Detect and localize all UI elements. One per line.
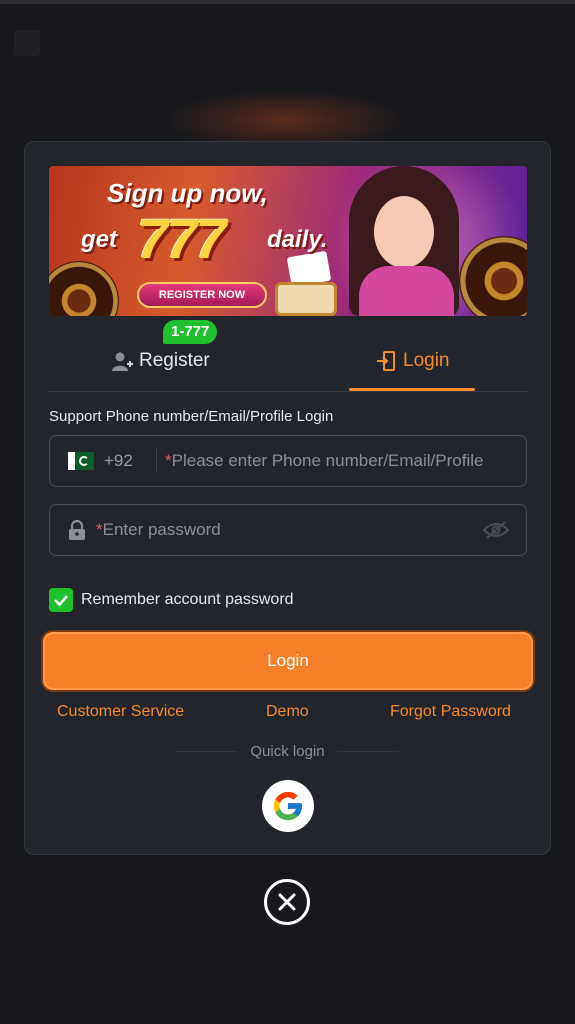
close-modal-button[interactable] xyxy=(264,879,310,925)
top-border xyxy=(0,0,575,4)
user-add-icon xyxy=(112,352,133,371)
remember-checkbox[interactable] xyxy=(49,588,73,612)
active-tab-indicator xyxy=(349,388,475,391)
demo-link[interactable]: Demo xyxy=(266,703,309,721)
login-modal: Sign up now, get 777 daily. REGISTER NOW… xyxy=(24,141,551,855)
google-login-button[interactable] xyxy=(262,780,314,832)
forgot-password-link[interactable]: Forgot Password xyxy=(390,703,511,721)
pakistan-flag-icon[interactable] xyxy=(68,452,94,470)
support-login-label: Support Phone number/Email/Profile Login xyxy=(49,408,334,425)
banner-headline: Sign up now, xyxy=(107,178,268,208)
checkmark-icon xyxy=(54,595,68,607)
quick-login-label: Quick login xyxy=(250,743,325,760)
tab-login-label: Login xyxy=(403,350,450,371)
promo-banner[interactable]: Sign up now, get 777 daily. REGISTER NOW xyxy=(49,166,527,316)
eye-hidden-icon[interactable] xyxy=(482,520,510,540)
account-input[interactable] xyxy=(171,451,526,471)
quick-login-divider: Quick login xyxy=(175,743,400,760)
country-code[interactable]: +92 xyxy=(104,451,156,471)
login-button[interactable]: Login xyxy=(43,632,533,690)
tab-register-label: Register xyxy=(139,350,210,371)
banner-amount: 777 xyxy=(137,207,226,270)
password-input[interactable] xyxy=(102,520,482,540)
auth-tabs: 1-777 Register Login xyxy=(49,316,527,392)
customer-service-link[interactable]: Customer Service xyxy=(57,703,184,721)
login-door-icon xyxy=(377,351,395,371)
field-divider xyxy=(156,449,157,473)
tab-register[interactable]: Register xyxy=(111,346,210,376)
password-field: * xyxy=(49,504,527,556)
required-mark: * xyxy=(165,451,172,470)
banner-get-text: get xyxy=(81,226,117,253)
close-icon xyxy=(278,893,296,911)
slot-machine-icon xyxy=(275,282,337,316)
background-menu-icon xyxy=(14,30,40,56)
banner-daily-text: daily. xyxy=(267,226,328,253)
remember-label: Remember account password xyxy=(81,591,294,608)
google-icon xyxy=(273,791,303,821)
banner-register-button[interactable]: REGISTER NOW xyxy=(137,282,267,308)
account-field: +92 * xyxy=(49,435,527,487)
register-bonus-badge: 1-777 xyxy=(163,320,218,344)
lock-icon xyxy=(69,520,85,540)
remember-password[interactable]: Remember account password xyxy=(49,588,294,612)
required-mark: * xyxy=(96,520,103,539)
roulette-icon xyxy=(49,261,119,316)
tab-login[interactable]: Login xyxy=(375,346,450,376)
